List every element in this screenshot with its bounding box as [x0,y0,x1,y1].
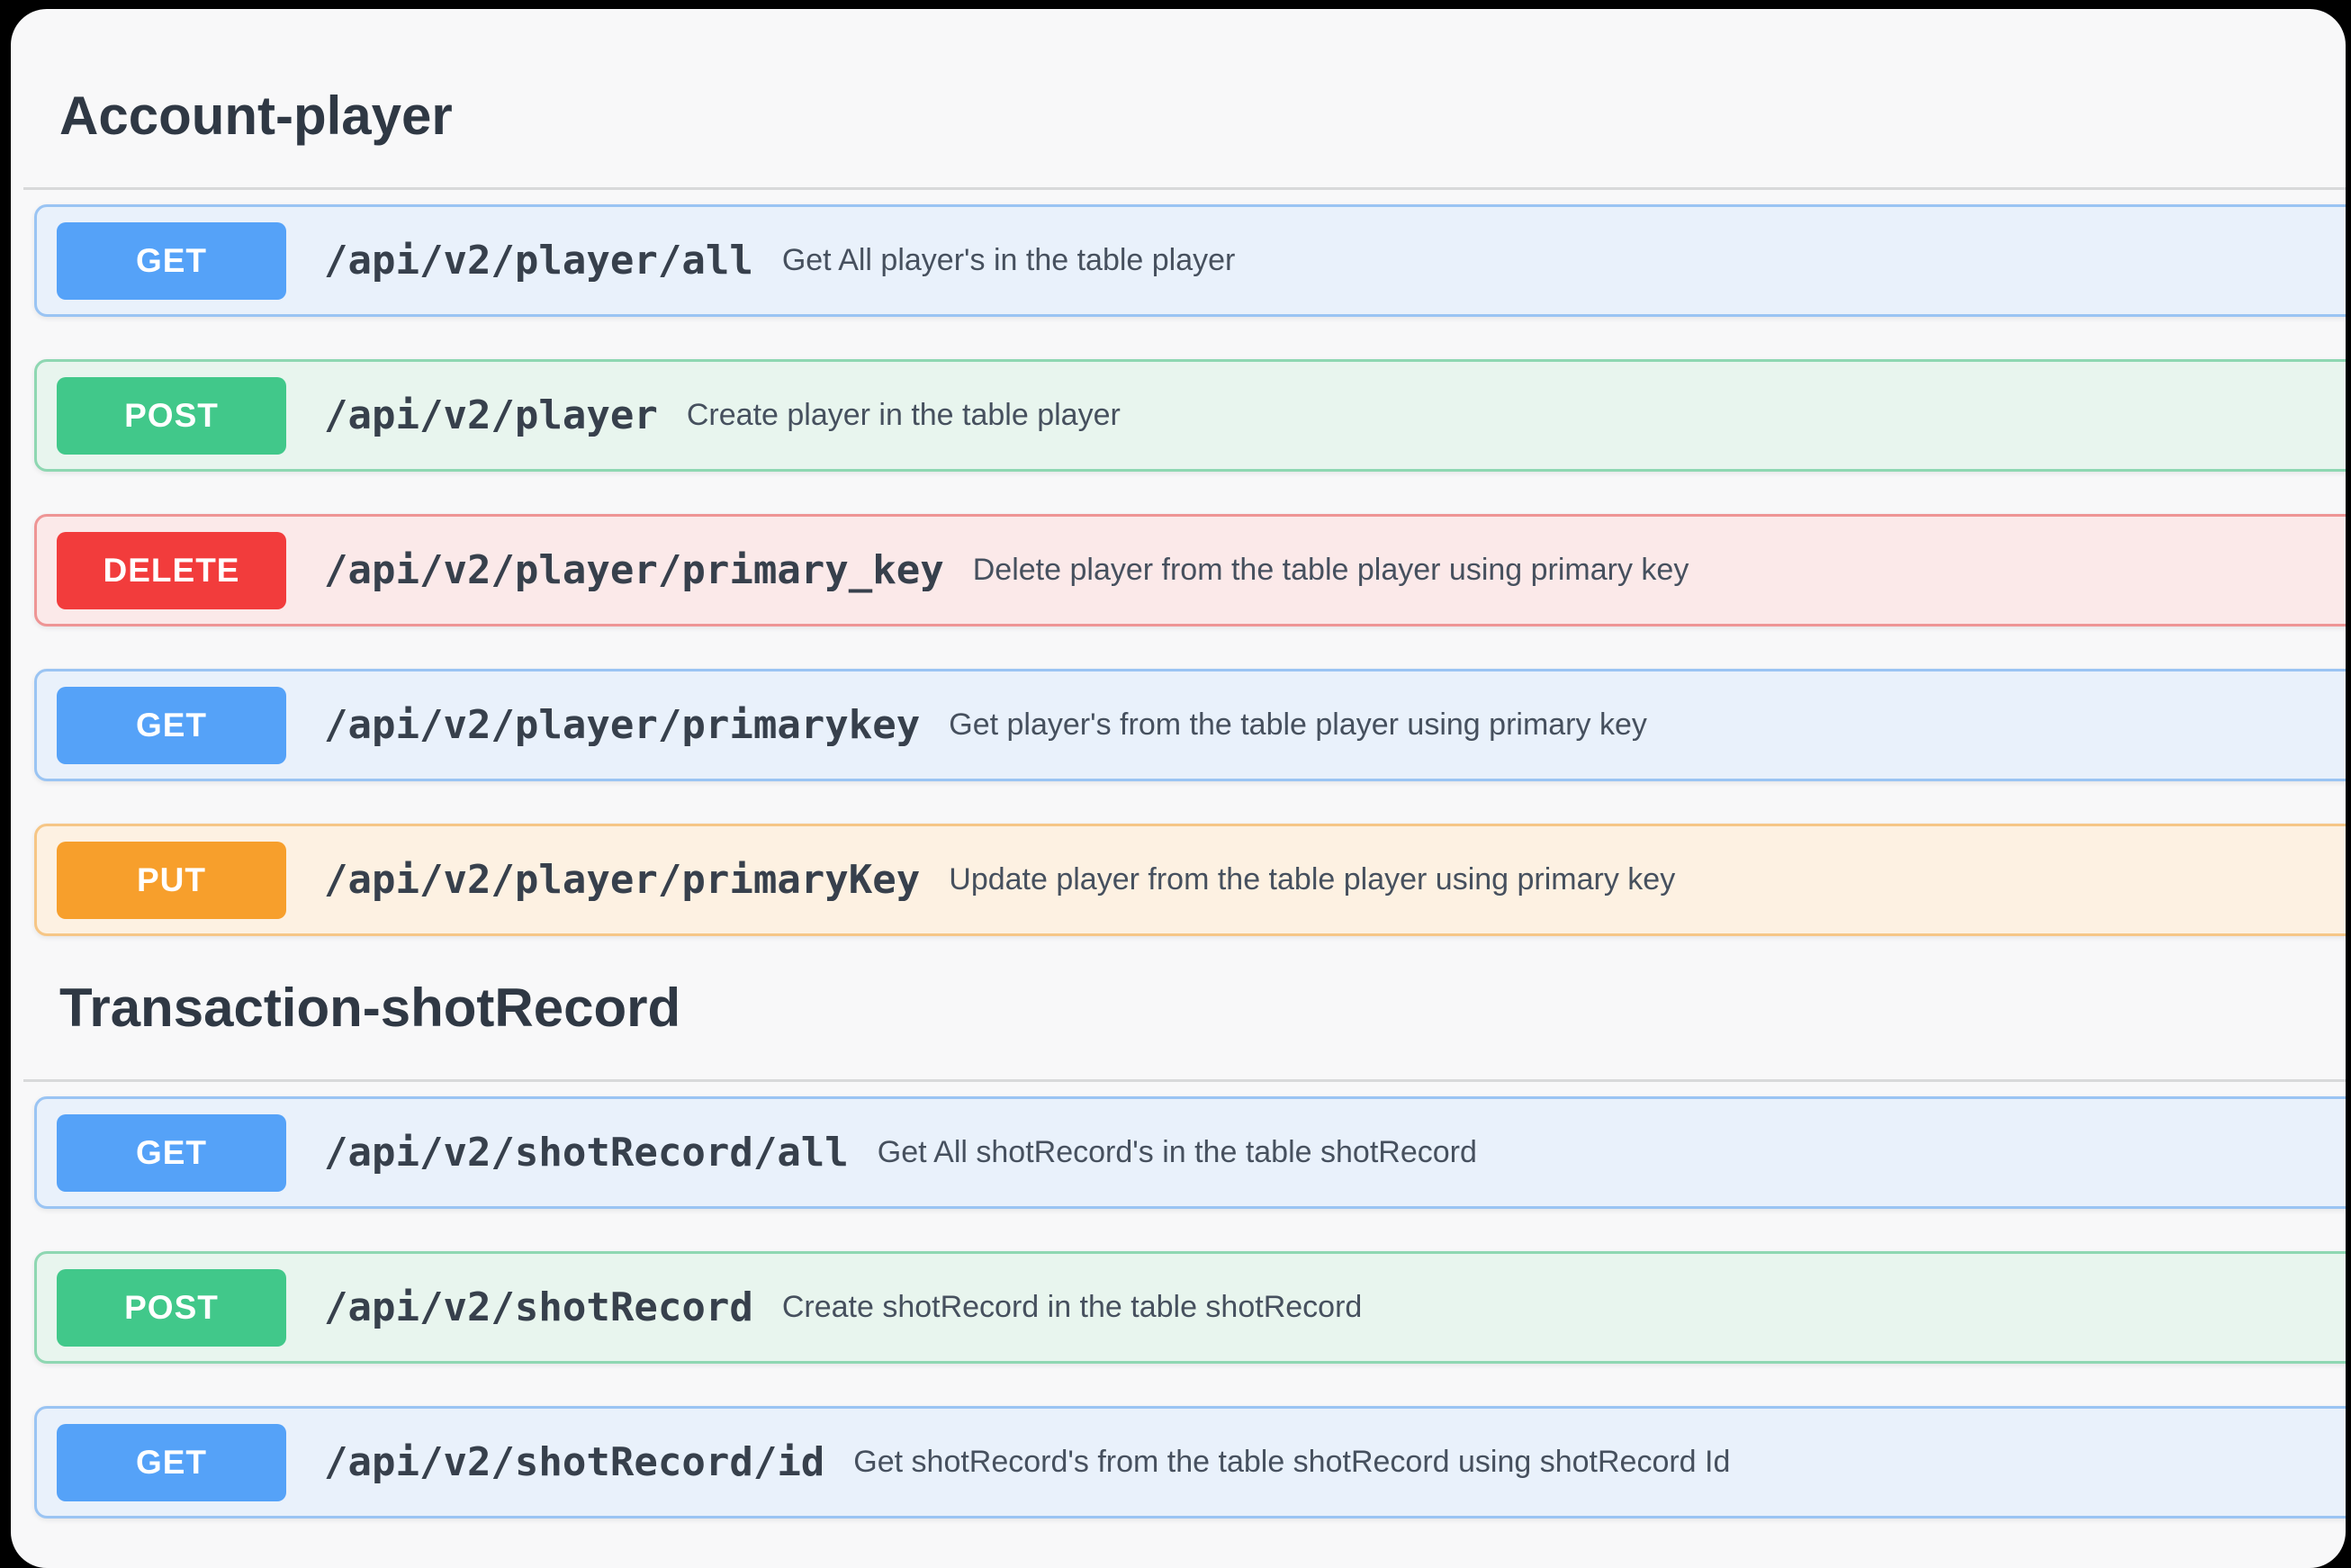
endpoint-path: /api/v2/player/primarykey [324,702,920,748]
method-badge: GET [57,687,286,764]
endpoint-row[interactable]: GET /api/v2/player/all Get All player's … [34,204,2346,317]
endpoint-description: Delete player from the table player usin… [973,553,1689,588]
method-badge: POST [57,1269,286,1347]
endpoint-path: /api/v2/shotRecord/all [324,1130,849,1176]
endpoint-row[interactable]: GET /api/v2/shotRecord/all Get All shotR… [34,1096,2346,1209]
api-tag-section: Account-player GET /api/v2/player/all Ge… [23,86,2346,936]
method-badge: GET [57,1114,286,1192]
endpoint-path: /api/v2/player/primary_key [324,547,944,593]
method-badge: DELETE [57,532,286,609]
endpoint-description: Create player in the table player [687,398,1121,433]
endpoint-description: Update player from the table player usin… [949,862,1675,897]
endpoint-description: Get All player's in the table player [782,243,1236,278]
method-badge: POST [57,377,286,455]
method-badge: GET [57,222,286,300]
method-badge: GET [57,1424,286,1501]
endpoint-row[interactable]: GET /api/v2/player/primarykey Get player… [34,669,2346,781]
endpoint-path: /api/v2/shotRecord [324,1284,753,1330]
endpoint-path: /api/v2/player/primaryKey [324,857,920,903]
endpoint-path: /api/v2/player/all [324,238,753,284]
endpoint-path: /api/v2/shotRecord/id [324,1439,824,1485]
endpoint-row[interactable]: POST /api/v2/player Create player in the… [34,359,2346,472]
screenshot-root: Account-player GET /api/v2/player/all Ge… [0,0,2351,1568]
endpoint-description: Get player's from the table player using… [949,707,1647,743]
endpoint-list: GET /api/v2/shotRecord/all Get All shotR… [23,1082,2346,1518]
endpoint-path: /api/v2/player [324,392,658,438]
section-title[interactable]: Transaction-shotRecord [59,978,2346,1038]
api-docs-panel: Account-player GET /api/v2/player/all Ge… [11,9,2346,1568]
endpoint-row[interactable]: POST /api/v2/shotRecord Create shotRecor… [34,1251,2346,1364]
endpoint-description: Get shotRecord's from the table shotReco… [853,1445,1730,1480]
endpoint-row[interactable]: GET /api/v2/shotRecord/id Get shotRecord… [34,1406,2346,1518]
endpoint-row[interactable]: DELETE /api/v2/player/primary_key Delete… [34,514,2346,626]
endpoint-row[interactable]: PUT /api/v2/player/primaryKey Update pla… [34,824,2346,936]
endpoint-description: Get All shotRecord's in the table shotRe… [878,1135,1477,1170]
section-title[interactable]: Account-player [59,86,2346,146]
method-badge: PUT [57,842,286,919]
endpoint-list: GET /api/v2/player/all Get All player's … [23,190,2346,936]
api-tag-section: Transaction-shotRecord GET /api/v2/shotR… [23,978,2346,1518]
endpoint-description: Create shotRecord in the table shotRecor… [782,1290,1362,1325]
api-docs-content: Account-player GET /api/v2/player/all Ge… [11,86,2346,1518]
